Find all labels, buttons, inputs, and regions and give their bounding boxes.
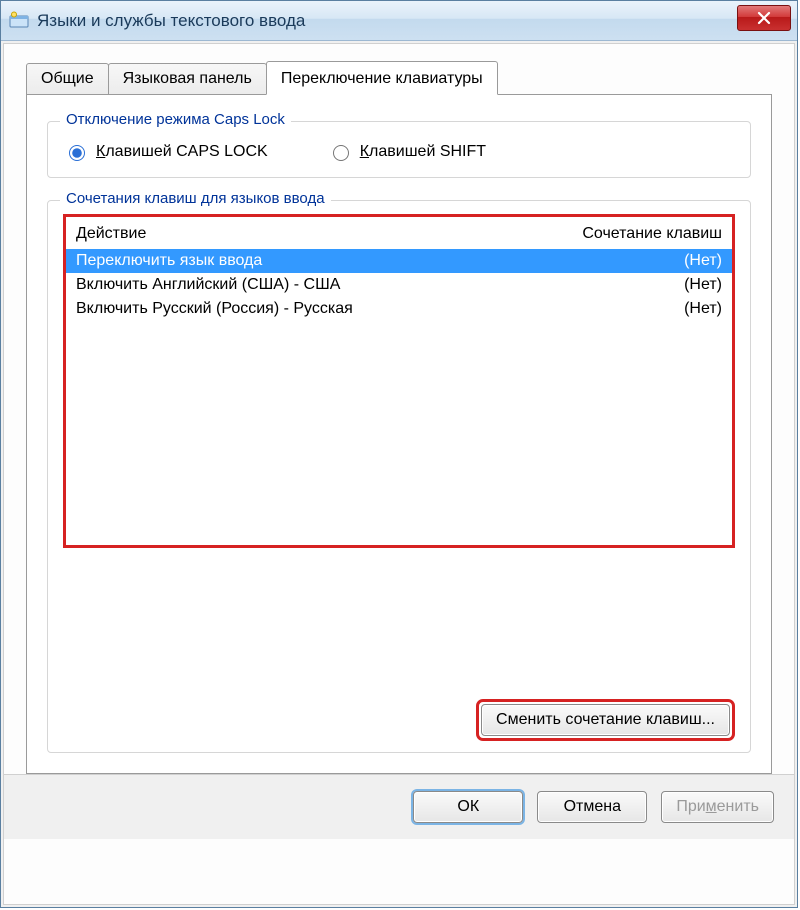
- list-item-action: Включить Русский (Россия) - Русская: [76, 300, 353, 318]
- hotkeys-headers: Действие Сочетание клавиш: [66, 219, 732, 249]
- app-icon: [9, 11, 29, 31]
- capslock-radio-row: Клавишей CAPS LOCK Клавишей SHIFT: [64, 142, 734, 161]
- tab-langbar-label: Языковая панель: [123, 70, 252, 87]
- close-icon: [757, 11, 771, 25]
- capslock-groupbox: Отключение режима Caps Lock Клавишей CAP…: [47, 121, 751, 178]
- ok-button[interactable]: ОК: [413, 791, 523, 823]
- spacer: [64, 547, 734, 695]
- change-hotkey-area: Сменить сочетание клавиш...: [64, 704, 734, 736]
- apply-button[interactable]: Применить: [661, 791, 774, 823]
- header-hotkey: Сочетание клавиш: [582, 225, 722, 243]
- cancel-label: Отмена: [564, 798, 621, 815]
- change-hotkey-button[interactable]: Сменить сочетание клавиш...: [481, 704, 730, 736]
- list-item[interactable]: Переключить язык ввода (Нет): [66, 249, 732, 273]
- dialog-window: Языки и службы текстового ввода Общие Яз…: [0, 0, 798, 908]
- radio-shift[interactable]: Клавишей SHIFT: [328, 142, 486, 161]
- radio-capslock-input[interactable]: [69, 145, 85, 161]
- tab-switching-label: Переключение клавиатуры: [281, 70, 483, 87]
- radio-shift-input[interactable]: [333, 145, 349, 161]
- tab-switching[interactable]: Переключение клавиатуры: [266, 61, 498, 95]
- list-item-action: Переключить язык ввода: [76, 252, 262, 270]
- capslock-legend: Отключение режима Caps Lock: [60, 111, 291, 128]
- list-item-hotkey: (Нет): [684, 252, 722, 270]
- hotkeys-list-region: Действие Сочетание клавиш Переключить яз…: [64, 215, 734, 547]
- hotkeys-list[interactable]: Переключить язык ввода (Нет) Включить Ан…: [66, 249, 732, 369]
- tabs-area: Общие Языковая панель Переключение клави…: [4, 44, 794, 774]
- tab-panel-switching: Отключение режима Caps Lock Клавишей CAP…: [26, 94, 772, 774]
- radio-shift-label: Клавишей SHIFT: [360, 143, 486, 161]
- dialog-footer: ОК Отмена Применить: [4, 774, 794, 839]
- radio-capslock-label: Клавишей CAPS LOCK: [96, 143, 268, 161]
- list-item-hotkey: (Нет): [684, 300, 722, 318]
- list-item-hotkey: (Нет): [684, 276, 722, 294]
- close-button[interactable]: [737, 5, 791, 31]
- list-item-action: Включить Английский (США) - США: [76, 276, 340, 294]
- window-title: Языки и службы текстового ввода: [37, 11, 305, 31]
- tab-general-label: Общие: [41, 70, 94, 87]
- list-item[interactable]: Включить Русский (Россия) - Русская (Нет…: [66, 297, 732, 321]
- change-hotkey-label: Сменить сочетание клавиш...: [496, 711, 715, 728]
- radio-capslock[interactable]: Клавишей CAPS LOCK: [64, 142, 268, 161]
- ok-label: ОК: [457, 798, 479, 815]
- cancel-button[interactable]: Отмена: [537, 791, 647, 823]
- hotkeys-legend: Сочетания клавиш для языков ввода: [60, 190, 331, 207]
- list-item[interactable]: Включить Английский (США) - США (Нет): [66, 273, 732, 297]
- tab-langbar[interactable]: Языковая панель: [108, 63, 267, 95]
- tab-row: Общие Языковая панель Переключение клави…: [26, 63, 772, 95]
- change-hotkey-highlight: Сменить сочетание клавиш...: [481, 704, 730, 736]
- hotkeys-groupbox: Сочетания клавиш для языков ввода Действ…: [47, 200, 751, 753]
- client-area: Общие Языковая панель Переключение клави…: [3, 43, 795, 905]
- apply-label: Применить: [676, 798, 759, 815]
- tab-general[interactable]: Общие: [26, 63, 109, 95]
- titlebar[interactable]: Языки и службы текстового ввода: [1, 1, 797, 41]
- header-action: Действие: [76, 225, 146, 243]
